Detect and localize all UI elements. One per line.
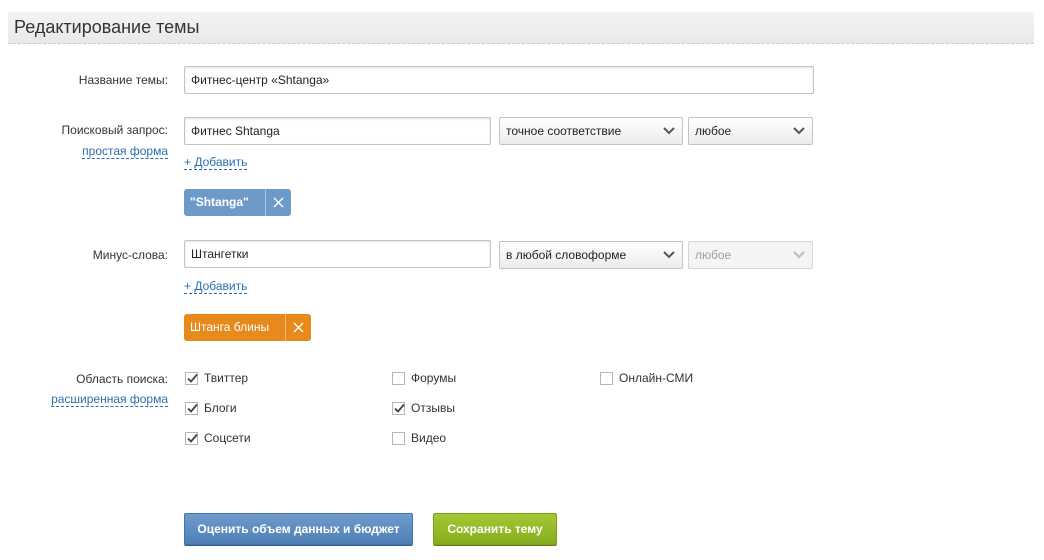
checkbox-label: Видео: [411, 431, 447, 445]
checkbox-video[interactable]: Видео: [392, 431, 446, 445]
search-query-input[interactable]: [184, 117, 491, 145]
search-query-label: Поисковый запрос:: [61, 123, 168, 137]
query-scope-select[interactable]: любое: [688, 117, 813, 145]
minus-scope-value: любое: [695, 248, 732, 262]
checkmark-icon: [187, 373, 198, 383]
page-title: Редактирование темы: [14, 17, 200, 37]
checkbox-social[interactable]: Соцсети: [185, 431, 251, 445]
checkbox-reviews[interactable]: Отзывы: [392, 401, 455, 415]
topic-name-label: Название темы:: [78, 73, 168, 87]
checkmark-icon: [187, 403, 198, 413]
word-form-select[interactable]: в любой словоформе: [499, 241, 683, 269]
checkbox-box[interactable]: [185, 431, 198, 445]
minus-word-tag: Штанга блины: [184, 314, 312, 341]
save-topic-button[interactable]: Сохранить тему: [433, 513, 557, 545]
chevron-down-icon: [663, 127, 675, 135]
checkbox-box[interactable]: [392, 401, 405, 415]
advanced-form-link[interactable]: расширенная форма: [51, 392, 168, 407]
chevron-down-icon: [793, 251, 805, 259]
checkbox-blogs[interactable]: Блоги: [185, 401, 237, 415]
checkbox-label: Форумы: [411, 371, 457, 385]
checkbox-box[interactable]: [185, 401, 198, 415]
checkbox-label: Соцсети: [204, 431, 251, 445]
minus-word-tag-label: Штанга блины: [190, 320, 270, 334]
search-area-label: Область поиска:: [76, 372, 168, 386]
checkbox-label: Онлайн-СМИ: [619, 371, 694, 385]
checkbox-label: Отзывы: [411, 401, 455, 415]
add-minus-word-link[interactable]: + Добавить: [184, 279, 248, 294]
match-type-select[interactable]: точное соответствие: [499, 117, 683, 145]
simple-form-link[interactable]: простая форма: [82, 144, 168, 159]
query-tag-label: "Shtanga": [190, 195, 249, 209]
checkbox-box[interactable]: [392, 431, 405, 445]
estimate-budget-button[interactable]: Оценить объем данных и бюджет: [184, 513, 413, 545]
chevron-down-icon: [663, 251, 675, 259]
match-type-value: точное соответствие: [506, 124, 622, 138]
minus-words-label: Минус-слова:: [92, 248, 168, 262]
topic-name-input[interactable]: [184, 66, 814, 94]
query-scope-value: любое: [695, 124, 732, 138]
checkmark-icon: [187, 433, 198, 443]
minus-words-input[interactable]: [184, 240, 491, 268]
checkbox-box[interactable]: [392, 371, 405, 385]
checkbox-forums[interactable]: Форумы: [392, 371, 456, 385]
query-tag: "Shtanga": [184, 189, 291, 216]
add-query-link[interactable]: + Добавить: [184, 155, 248, 170]
checkbox-box[interactable]: [185, 371, 198, 385]
checkbox-twitter[interactable]: Твиттер: [185, 371, 248, 385]
checkbox-label: Твиттер: [204, 371, 249, 385]
close-icon[interactable]: [285, 314, 311, 341]
word-form-value: в любой словоформе: [506, 248, 627, 262]
checkbox-online-media[interactable]: Онлайн-СМИ: [600, 371, 693, 385]
chevron-down-icon: [793, 127, 805, 135]
checkbox-box[interactable]: [600, 371, 613, 385]
close-icon[interactable]: [264, 189, 291, 216]
checkmark-icon: [394, 403, 405, 413]
page-header: Редактирование темы: [8, 12, 1034, 44]
minus-scope-select: любое: [688, 241, 813, 269]
checkbox-label: Блоги: [204, 401, 237, 415]
